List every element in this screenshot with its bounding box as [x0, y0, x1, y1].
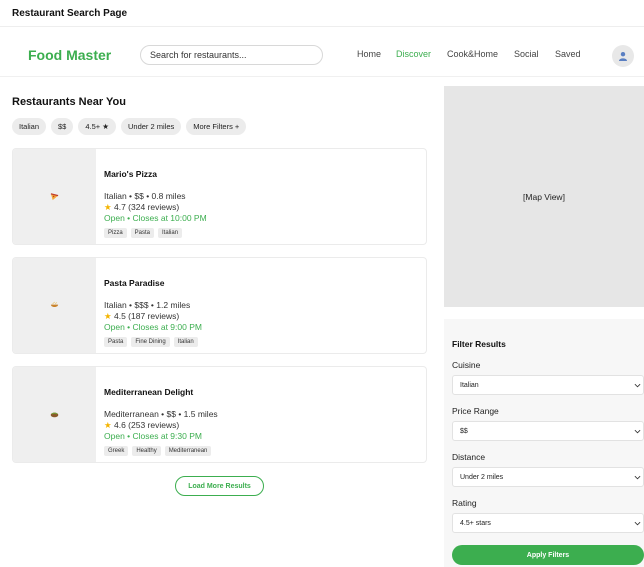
restaurant-thumbnail [13, 258, 96, 353]
tag: Greek [104, 446, 129, 456]
nav-discover[interactable]: Discover [396, 49, 431, 59]
tag: Pizza [104, 228, 127, 238]
chevron-down-icon [634, 475, 641, 480]
restaurant-card[interactable]: Pasta Paradise Italian • $$$ • 1.2 miles… [12, 257, 427, 354]
divider [0, 76, 644, 77]
pizza-icon [50, 193, 59, 201]
star-icon: ★ [104, 420, 112, 430]
distance-select[interactable]: Under 2 miles [452, 467, 644, 487]
restaurant-name[interactable]: Mario's Pizza [104, 169, 157, 179]
avatar[interactable] [612, 45, 634, 67]
tag: Italian [158, 228, 183, 238]
restaurant-rating: ★ 4.5 (187 reviews) [104, 311, 179, 322]
results-title: Restaurants Near You [12, 96, 126, 108]
restaurant-card[interactable]: Mario's Pizza Italian • $$ • 0.8 miles ★… [12, 148, 427, 245]
filter-chips: Italian $$ 4.5+ ★ Under 2 miles More Fil… [12, 118, 247, 135]
price-value: $$ [460, 427, 468, 435]
chevron-down-icon [634, 383, 641, 388]
load-more-button[interactable]: Load More Results [175, 476, 264, 496]
restaurant-thumbnail [13, 149, 96, 244]
filter-title: Filter Results [452, 339, 506, 349]
user-icon [619, 52, 627, 61]
map-view[interactable]: [Map View] [444, 86, 644, 307]
falafel-icon [50, 412, 59, 418]
tag: Healthy [132, 446, 161, 456]
restaurant-status: Open • Closes at 9:30 PM [104, 431, 202, 441]
tag: Fine Dining [131, 337, 170, 347]
rating-text: 4.7 (324 reviews) [114, 202, 180, 212]
star-icon: ★ [104, 202, 112, 212]
rating-value: 4.5+ stars [460, 519, 491, 527]
chip-more-filters[interactable]: More Filters + [186, 118, 247, 135]
restaurant-thumbnail [13, 367, 96, 462]
chip-cuisine[interactable]: Italian [12, 118, 47, 135]
restaurant-name[interactable]: Pasta Paradise [104, 278, 164, 288]
cuisine-value: Italian [460, 381, 479, 389]
restaurant-name[interactable]: Mediterranean Delight [104, 387, 193, 397]
tag: Pasta [104, 337, 128, 347]
logo[interactable]: Food Master [28, 47, 111, 63]
price-select[interactable]: $$ [452, 421, 644, 441]
chip-price[interactable]: $$ [51, 118, 74, 135]
restaurant-status: Open • Closes at 9:00 PM [104, 322, 202, 332]
apply-filters-button[interactable]: Apply Filters [452, 545, 644, 565]
chip-rating[interactable]: 4.5+ ★ [78, 118, 116, 135]
nav-social[interactable]: Social [514, 49, 539, 59]
search-input[interactable]: Search for restaurants... [140, 45, 323, 65]
restaurant-rating: ★ 4.6 (253 reviews) [104, 420, 179, 431]
page-heading: Restaurant Search Page [12, 8, 128, 19]
nav-cook-home[interactable]: Cook&Home [447, 49, 498, 59]
map-label: [Map View] [523, 191, 565, 202]
rating-select[interactable]: 4.5+ stars [452, 513, 644, 533]
cuisine-label: Cuisine [452, 360, 481, 370]
tag: Pasta [130, 228, 155, 238]
tag: Mediterranean [164, 446, 212, 456]
cuisine-select[interactable]: Italian [452, 375, 644, 395]
restaurant-meta: Mediterranean • $$ • 1.5 miles [104, 409, 218, 419]
rating-text: 4.6 (253 reviews) [114, 420, 180, 430]
restaurant-status: Open • Closes at 10:00 PM [104, 213, 207, 223]
distance-value: Under 2 miles [460, 473, 504, 481]
rating-text: 4.5 (187 reviews) [114, 311, 180, 321]
restaurant-meta: Italian • $$ • 0.8 miles [104, 191, 186, 201]
rating-label: Rating [452, 498, 477, 508]
restaurant-meta: Italian • $$$ • 1.2 miles [104, 300, 191, 310]
distance-label: Distance [452, 452, 486, 462]
chevron-down-icon [634, 429, 641, 434]
nav-home[interactable]: Home [357, 49, 381, 59]
star-icon: ★ [104, 311, 112, 321]
restaurant-card[interactable]: Mediterranean Delight Mediterranean • $$… [12, 366, 427, 463]
restaurant-rating: ★ 4.7 (324 reviews) [104, 202, 179, 213]
chevron-down-icon [634, 521, 641, 526]
filter-panel: Filter Results Cuisine Italian Price Ran… [444, 319, 644, 567]
pasta-bowl-icon [50, 301, 59, 307]
tag: Italian [173, 337, 198, 347]
price-label: Price Range [452, 406, 499, 416]
nav-saved[interactable]: Saved [555, 49, 581, 59]
divider [0, 26, 644, 27]
chip-distance[interactable]: Under 2 miles [120, 118, 182, 135]
